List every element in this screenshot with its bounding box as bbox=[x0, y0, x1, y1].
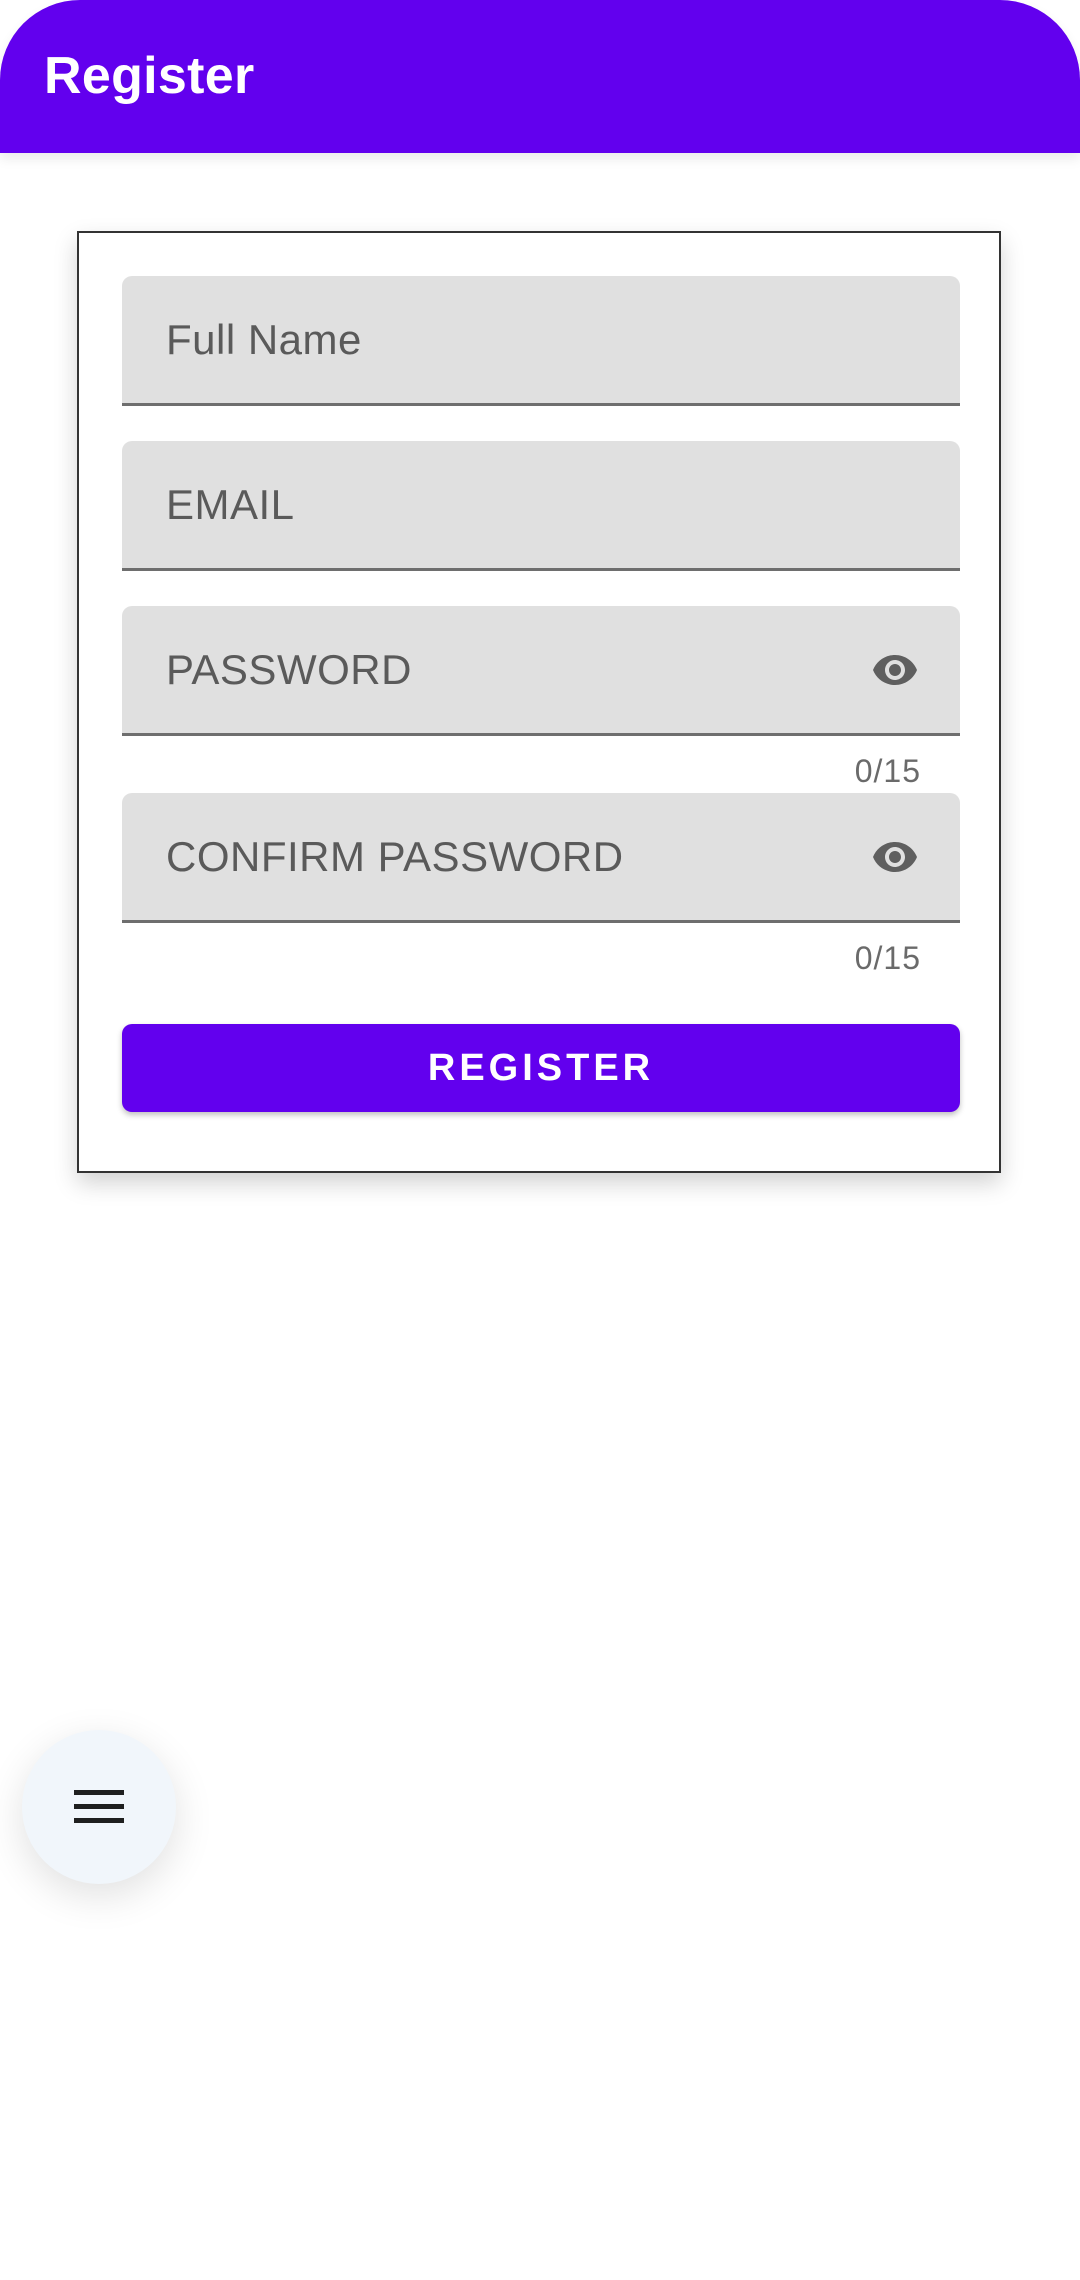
confirm-password-field[interactable]: CONFIRM PASSWORD bbox=[122, 793, 960, 923]
page-title: Register bbox=[44, 47, 255, 105]
menu-fab[interactable] bbox=[22, 1730, 176, 1884]
email-placeholder: EMAIL bbox=[166, 481, 295, 528]
menu-icon bbox=[74, 1790, 124, 1823]
confirm-password-placeholder: CONFIRM PASSWORD bbox=[166, 833, 624, 880]
confirm-password-char-counter: 0/15 bbox=[854, 940, 921, 976]
password-placeholder: PASSWORD bbox=[166, 646, 412, 693]
eye-icon[interactable] bbox=[864, 833, 926, 881]
eye-icon[interactable] bbox=[864, 646, 926, 694]
register-button[interactable]: REGISTER bbox=[122, 1024, 960, 1112]
full-name-placeholder: Full Name bbox=[166, 316, 362, 363]
email-field[interactable]: EMAIL bbox=[122, 441, 960, 571]
app-bar: Register bbox=[0, 0, 1080, 153]
register-form-card: Full Name EMAIL PASSWORD 0/15 CONFIRM PA… bbox=[77, 231, 1001, 1173]
password-field[interactable]: PASSWORD bbox=[122, 606, 960, 736]
full-name-field[interactable]: Full Name bbox=[122, 276, 960, 406]
password-char-counter: 0/15 bbox=[854, 753, 921, 789]
